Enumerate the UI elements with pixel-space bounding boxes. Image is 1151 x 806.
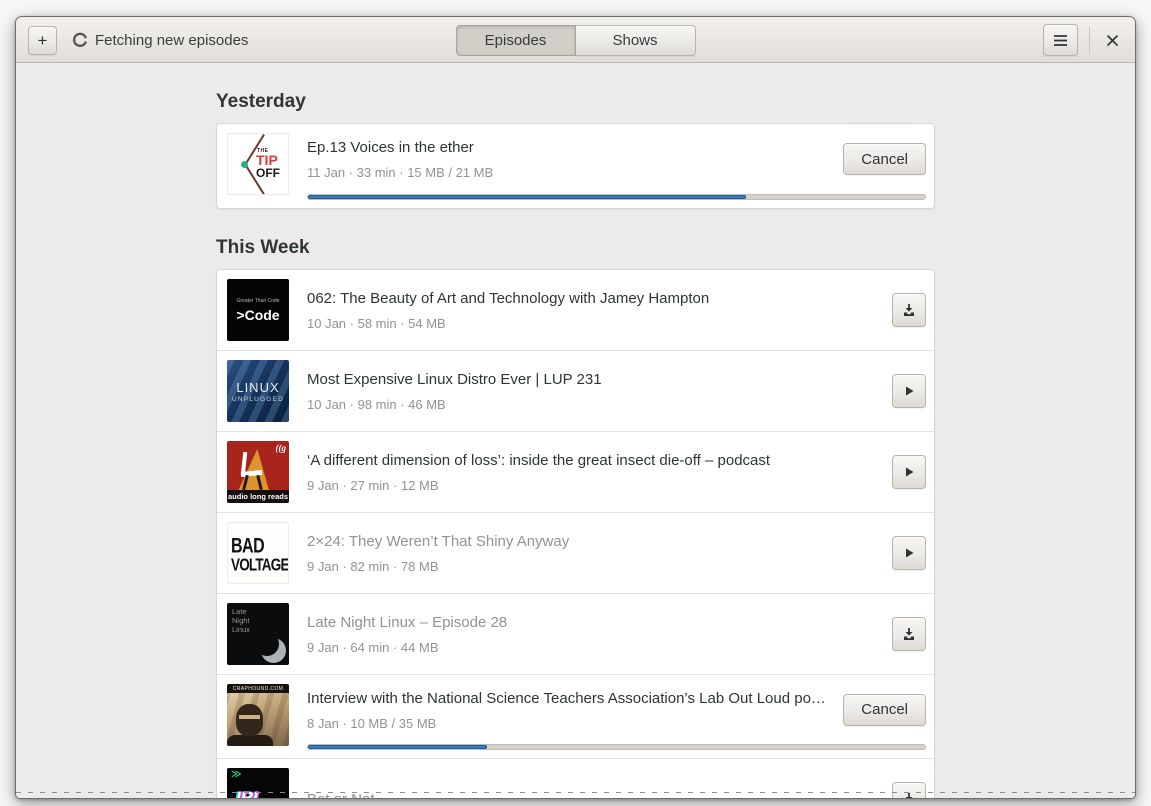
episode-title: 062: The Beauty of Art and Technology wi… bbox=[307, 290, 710, 307]
tipoff-dot bbox=[241, 161, 248, 168]
episode-meta: 10 Jan · 58 min · 54 MB bbox=[307, 316, 446, 331]
art-text: Linux bbox=[232, 625, 250, 634]
app-window: + Fetching new episodes Episodes Shows Y… bbox=[15, 16, 1136, 799]
art-text: TIP bbox=[256, 152, 278, 168]
close-window-button[interactable] bbox=[1099, 25, 1125, 55]
art-text: VOLTAGE bbox=[231, 554, 289, 575]
episode-meta: 10 Jan · 98 min · 46 MB bbox=[307, 397, 446, 412]
episode-title: Ep.13 Voices in the ether bbox=[307, 139, 474, 156]
cancel-download-button[interactable]: Cancel bbox=[843, 143, 926, 175]
podcast-art-the-tip-off: THE TIP OFF bbox=[227, 133, 289, 195]
episode-title: Interview with the National Science Teac… bbox=[307, 689, 832, 707]
download-progress-bar bbox=[307, 194, 926, 200]
episode-title: Most Expensive Linux Distro Ever | LUP 2… bbox=[307, 371, 602, 388]
download-progress-bar bbox=[307, 744, 926, 750]
episode-row[interactable]: LINUX UNPLUGGED Most Expensive Linux Dis… bbox=[217, 350, 934, 431]
play-icon bbox=[906, 548, 914, 558]
podcast-art-bad-voltage: BAD VOLTAGE bbox=[227, 522, 289, 584]
hamburger-icon bbox=[1054, 34, 1067, 46]
status-text: Fetching new episodes bbox=[95, 31, 249, 49]
episodes-scroll-view[interactable]: Yesterday THE TIP OFF Ep.13 Voices in th… bbox=[16, 63, 1135, 799]
podcast-art-greater-than-code: Greater Than Code >Code bbox=[227, 279, 289, 341]
episode-meta: 9 Jan · 27 min · 12 MB bbox=[307, 478, 439, 493]
art-text: ≫ bbox=[231, 769, 242, 780]
art-text: CRAPHOUND.COM bbox=[232, 685, 284, 692]
headerbar: + Fetching new episodes Episodes Shows bbox=[16, 17, 1135, 63]
art-text: BAD bbox=[231, 535, 265, 558]
menu-button[interactable] bbox=[1043, 24, 1078, 56]
play-episode-button[interactable] bbox=[892, 455, 926, 489]
download-icon bbox=[904, 628, 914, 640]
play-icon bbox=[906, 467, 914, 477]
tab-shows[interactable]: Shows bbox=[575, 25, 696, 56]
podcast-art-audio-long-reads: ((g audio long reads bbox=[227, 441, 289, 503]
play-episode-button[interactable] bbox=[892, 374, 926, 408]
art-text: UNPLUGGED bbox=[232, 395, 284, 403]
art-text: >Code bbox=[236, 306, 280, 323]
download-icon bbox=[904, 304, 914, 316]
play-icon bbox=[906, 386, 914, 396]
download-episode-button[interactable] bbox=[892, 293, 926, 327]
episode-meta: 9 Jan · 82 min · 78 MB bbox=[307, 559, 439, 574]
crescent-moon-icon bbox=[255, 632, 286, 663]
episode-meta: 11 Jan · 33 min · 15 MB / 21 MB bbox=[307, 165, 494, 180]
view-switcher: Episodes Shows bbox=[455, 25, 696, 56]
add-podcast-button[interactable]: + bbox=[28, 25, 57, 55]
header-separator bbox=[1089, 27, 1090, 53]
episode-row[interactable]: BAD VOLTAGE 2×24: They Weren’t That Shin… bbox=[217, 512, 934, 593]
close-icon bbox=[1106, 34, 1118, 46]
tab-episodes[interactable]: Episodes bbox=[455, 25, 576, 56]
section-title-yesterday: Yesterday bbox=[216, 91, 306, 112]
cancel-download-button[interactable]: Cancel bbox=[843, 693, 926, 726]
art-text: Night bbox=[232, 616, 250, 625]
art-text: LINUX bbox=[236, 379, 280, 395]
episode-title: ‘A different dimension of loss’: inside … bbox=[307, 452, 771, 469]
section-title-this-week: This Week bbox=[216, 237, 310, 258]
download-episode-button[interactable] bbox=[892, 782, 926, 798]
podcast-art-linux-unplugged: LINUX UNPLUGGED bbox=[227, 360, 289, 422]
podcast-art-irl: ≫ IRL bbox=[227, 768, 289, 799]
episode-row[interactable]: CRAPHOUND.COM Interview with the Nationa… bbox=[217, 674, 934, 758]
episode-card-this-week: Greater Than Code >Code 062: The Beauty … bbox=[216, 269, 935, 799]
episode-meta: 8 Jan · 10 MB / 35 MB bbox=[307, 715, 437, 731]
podcast-art-craphound: CRAPHOUND.COM bbox=[227, 684, 289, 746]
art-text: Late bbox=[232, 607, 247, 616]
episode-row[interactable]: Late Night Linux Late Night Linux – Epis… bbox=[217, 593, 934, 674]
spinner-icon bbox=[72, 32, 87, 48]
scroll-undershoot-indicator bbox=[16, 792, 1135, 793]
episode-title: 2×24: They Weren’t That Shiny Anyway bbox=[307, 533, 570, 550]
episode-row[interactable]: ((g audio long reads ‘A different dimens… bbox=[217, 431, 934, 512]
episode-card-yesterday: THE TIP OFF Ep.13 Voices in the ether 11… bbox=[216, 123, 935, 209]
episode-row[interactable]: THE TIP OFF Ep.13 Voices in the ether 11… bbox=[217, 124, 934, 208]
guardian-roundel-icon: ((g bbox=[275, 443, 287, 453]
episode-row[interactable]: Greater Than Code >Code 062: The Beauty … bbox=[217, 270, 934, 350]
art-text: OFF bbox=[256, 166, 280, 180]
episode-meta: 9 Jan · 64 min · 44 MB bbox=[307, 640, 439, 655]
play-episode-button[interactable] bbox=[892, 536, 926, 570]
art-text: audio long reads bbox=[227, 492, 288, 501]
episode-title: Late Night Linux – Episode 28 bbox=[307, 614, 508, 631]
art-text: IRL bbox=[236, 788, 264, 799]
art-text: Greater Than Code bbox=[236, 297, 280, 304]
podcast-art-late-night-linux: Late Night Linux bbox=[227, 603, 289, 665]
download-episode-button[interactable] bbox=[892, 617, 926, 651]
episode-title: Bot or Not bbox=[307, 790, 375, 799]
fetch-status: Fetching new episodes bbox=[72, 32, 248, 49]
